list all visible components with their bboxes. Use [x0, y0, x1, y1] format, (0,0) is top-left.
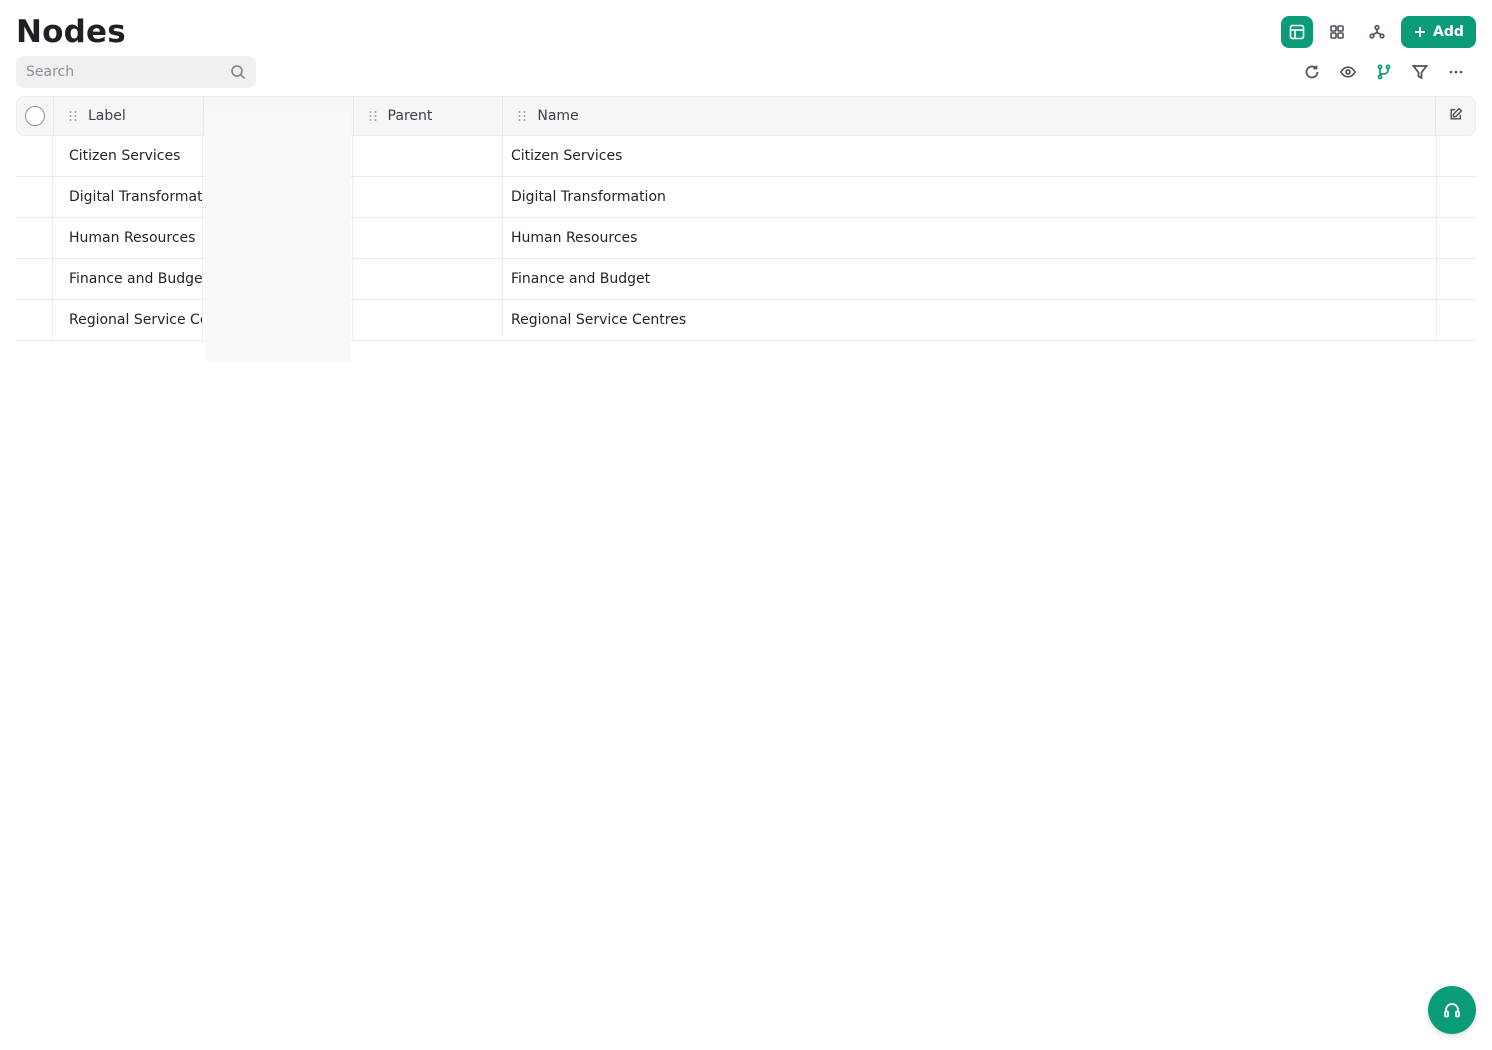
grid-view-icon	[1330, 25, 1344, 39]
select-all-cell	[17, 97, 54, 135]
cell-parent[interactable]	[353, 218, 503, 258]
select-all-checkbox[interactable]	[24, 106, 45, 126]
row-edit-cell	[1437, 177, 1476, 217]
tree-view-button[interactable]	[1361, 16, 1393, 48]
search-input[interactable]	[26, 64, 230, 80]
grid-view-button[interactable]	[1321, 16, 1353, 48]
column-drag-ghost[interactable]	[205, 111, 351, 361]
column-title: Name	[537, 108, 579, 124]
cell-label[interactable]: Digital Transformation	[53, 177, 203, 217]
row-check-cell	[16, 177, 53, 217]
page-title: Nodes	[16, 14, 126, 50]
table-toolbar	[1300, 60, 1468, 84]
more-icon	[1449, 70, 1463, 74]
table-view-button[interactable]	[1281, 16, 1313, 48]
row-edit-cell	[1437, 300, 1476, 340]
refresh-button[interactable]	[1300, 60, 1324, 84]
cell-parent[interactable]	[353, 136, 503, 176]
column-header-name[interactable]: Name	[503, 97, 1437, 135]
cell-name[interactable]: Finance and Budget	[503, 259, 1437, 299]
row-check-cell	[16, 136, 53, 176]
cell-parent[interactable]	[353, 177, 503, 217]
drag-handle-icon[interactable]	[368, 110, 378, 122]
table-view-icon	[1289, 24, 1305, 40]
cell-name[interactable]: Citizen Services	[503, 136, 1437, 176]
cell-parent[interactable]	[353, 300, 503, 340]
row-edit-cell	[1437, 259, 1476, 299]
add-button[interactable]: Add	[1401, 16, 1476, 48]
visibility-button[interactable]	[1336, 60, 1360, 84]
search-icon[interactable]	[230, 64, 246, 80]
cell-name[interactable]: Digital Transformation	[503, 177, 1437, 217]
cell-name[interactable]: Human Resources	[503, 218, 1437, 258]
cell-label[interactable]: Regional Service Centres	[53, 300, 203, 340]
edit-icon	[1449, 107, 1463, 125]
row-check-cell	[16, 300, 53, 340]
row-check-cell	[16, 218, 53, 258]
column-title: Label	[87, 108, 126, 124]
cell-label[interactable]: Citizen Services	[53, 136, 203, 176]
cell-parent[interactable]	[353, 259, 503, 299]
branch-icon	[1377, 64, 1391, 80]
column-title: Parent	[387, 108, 433, 124]
add-button-label: Add	[1433, 24, 1464, 40]
view-switcher	[1281, 16, 1393, 48]
row-edit-cell	[1437, 218, 1476, 258]
drag-handle-icon[interactable]	[68, 110, 78, 122]
column-header-label[interactable]: Label	[54, 97, 204, 135]
help-button[interactable]	[1428, 986, 1476, 1034]
row-edit-cell	[1437, 136, 1476, 176]
cell-label[interactable]: Human Resources	[53, 218, 203, 258]
row-check-cell	[16, 259, 53, 299]
filter-icon	[1412, 65, 1428, 80]
drag-handle-icon[interactable]	[517, 110, 527, 122]
column-header-parent[interactable]: Parent	[354, 97, 504, 135]
edit-columns-button[interactable]	[1436, 97, 1475, 135]
more-options-button[interactable]	[1444, 60, 1468, 84]
search-box	[16, 56, 256, 88]
filter-button[interactable]	[1408, 60, 1432, 84]
refresh-icon	[1305, 65, 1319, 79]
plus-icon	[1415, 27, 1426, 37]
cell-label[interactable]: Finance and Budget	[53, 259, 203, 299]
branch-button[interactable]	[1372, 60, 1396, 84]
headset-icon	[1444, 1003, 1460, 1018]
tree-view-icon	[1369, 24, 1385, 39]
cell-name[interactable]: Regional Service Centres	[503, 300, 1437, 340]
eye-icon	[1340, 66, 1356, 78]
